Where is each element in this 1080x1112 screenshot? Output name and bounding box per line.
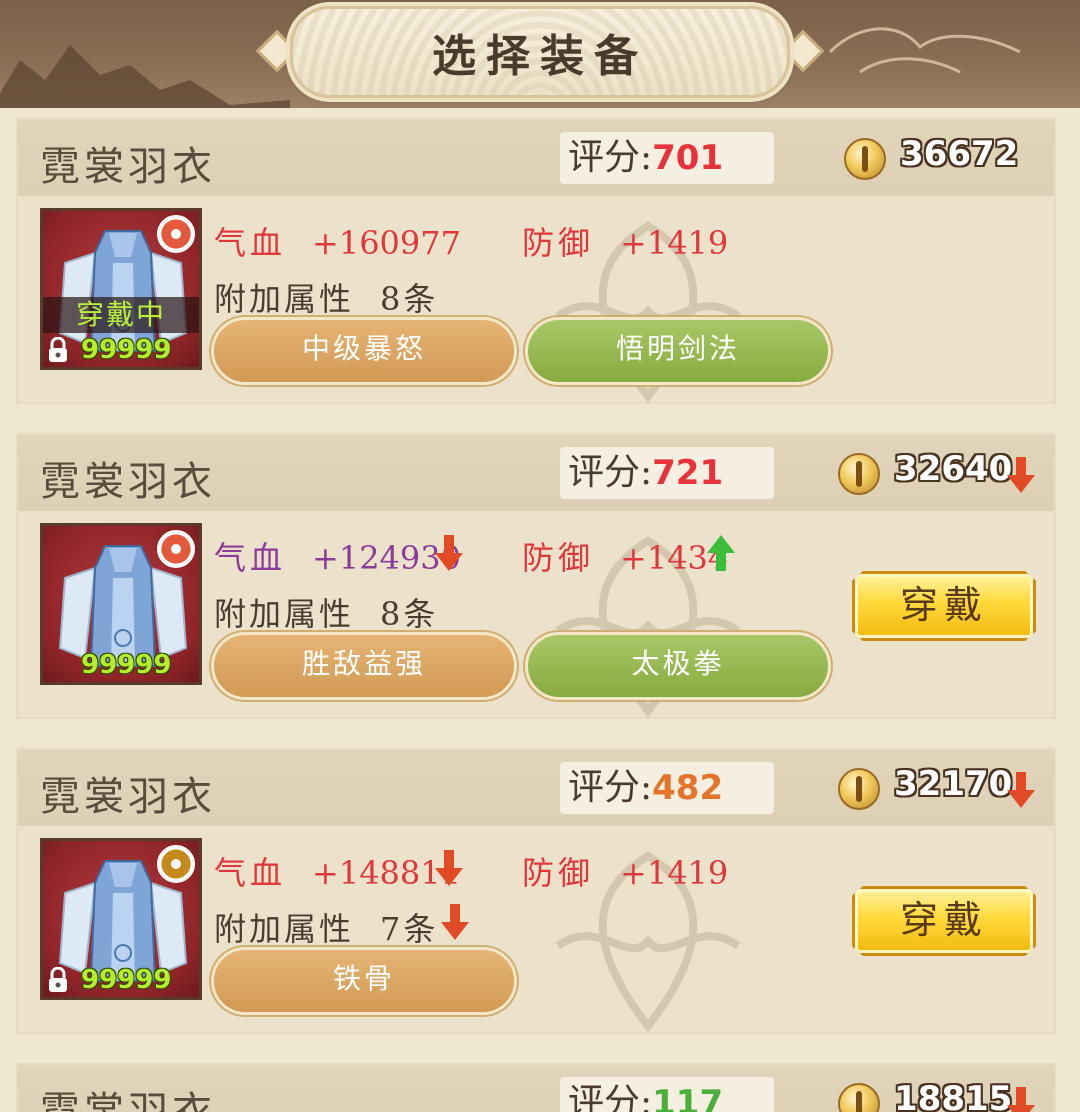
combat-power-value: 32640 xyxy=(894,449,1013,489)
extra-attributes: 附加属性 8条 xyxy=(214,589,438,635)
score-value: 482 xyxy=(652,768,724,808)
hp-stat: 气血 +148811 xyxy=(214,848,461,894)
score-box: 评分:721 xyxy=(560,447,774,499)
durability-value: 99999 xyxy=(81,335,172,365)
combat-power-value: 18815 xyxy=(894,1079,1013,1112)
combat-power-value: 36672 xyxy=(900,134,1019,174)
equipment-card[interactable]: 霓裳羽衣 评分:482 32170 99999 气血 +148811 防御 +1419 附加属性… xyxy=(16,748,1056,1034)
score-label: 评分: xyxy=(568,452,653,493)
defense-label: 防御 xyxy=(522,224,595,262)
item-name: 霓裳羽衣 xyxy=(40,459,216,505)
defense-stat: 防御 +1419 xyxy=(522,218,728,264)
score-value: 721 xyxy=(652,453,724,493)
score-value: 701 xyxy=(652,138,724,178)
cloud-decoration-icon xyxy=(828,27,1021,74)
defense-stat: 防御 +1419 xyxy=(522,848,728,894)
wear-button[interactable]: 穿戴 xyxy=(852,571,1036,641)
durability-value: 99999 xyxy=(81,650,172,680)
hp-stat: 气血 +160977 xyxy=(214,218,461,264)
arrow-down-icon xyxy=(1007,457,1035,493)
score-label: 评分: xyxy=(568,767,653,808)
red-flower-icon xyxy=(157,215,195,253)
score-label: 评分: xyxy=(568,137,653,178)
item-name: 霓裳羽衣 xyxy=(40,774,216,820)
skill-button[interactable]: 中级暴怒 xyxy=(214,320,514,382)
equipment-icon[interactable]: 99999 xyxy=(40,523,202,685)
extra-attributes-label: 附加属性 xyxy=(214,910,355,948)
score-box: 评分:117 xyxy=(560,1077,774,1112)
arrow-down-icon xyxy=(435,535,463,571)
skill-button[interactable]: 悟明剑法 xyxy=(528,320,828,382)
hp-label: 气血 xyxy=(214,539,287,577)
arrow-down-icon xyxy=(1007,772,1035,808)
arrow-down-icon xyxy=(441,904,469,940)
score-label: 评分: xyxy=(568,1082,653,1112)
skill-button[interactable]: 铁骨 xyxy=(214,950,514,1012)
arrow-up-icon xyxy=(707,535,735,571)
equipped-badge: 穿戴中 xyxy=(43,297,199,333)
extra-attributes-label: 附加属性 xyxy=(214,595,355,633)
durability-value: 99999 xyxy=(81,965,172,995)
gold-flower-icon xyxy=(157,845,195,883)
extra-attributes: 附加属性 7条 xyxy=(214,904,438,950)
card-header: 霓裳羽衣 评分:117 18815 xyxy=(18,1065,1054,1112)
score-box: 评分:482 xyxy=(560,762,774,814)
extra-attributes-label: 附加属性 xyxy=(214,280,355,318)
defense-value: +1419 xyxy=(620,854,729,892)
item-name: 霓裳羽衣 xyxy=(40,1089,216,1112)
equipment-icon[interactable]: 99999 xyxy=(40,838,202,1000)
equipment-card[interactable]: 霓裳羽衣 评分:721 32640 99999 气血 +124930 防御 +1434 附加属性… xyxy=(16,433,1056,719)
extra-attributes: 附加属性 8条 xyxy=(214,274,438,320)
combat-power-icon xyxy=(838,453,880,495)
extra-attributes-count: 8条 xyxy=(380,595,439,633)
title-plate: 选择装备 xyxy=(290,6,790,98)
combat-power-value: 32170 xyxy=(894,764,1013,804)
card-body: 穿戴中 99999 气血 +160977 防御 +1419 附加属性 8条 中级暴怒 悟明剑法 xyxy=(18,196,1054,403)
defense-label: 防御 xyxy=(522,539,595,577)
combat-power-icon xyxy=(838,768,880,810)
hp-stat: 气血 +124930 xyxy=(214,533,461,579)
header-bar: 选择装备 xyxy=(0,0,1080,108)
arrow-down-icon xyxy=(1007,1087,1035,1112)
hp-label: 气血 xyxy=(214,854,287,892)
skill-button[interactable]: 胜敌益强 xyxy=(214,635,514,697)
equipment-icon[interactable]: 穿戴中 99999 xyxy=(40,208,202,370)
combat-power-icon xyxy=(844,138,886,180)
card-body: 99999 气血 +148811 防御 +1419 附加属性 7条 铁骨 穿戴 xyxy=(18,826,1054,1033)
combat-power-icon xyxy=(838,1083,880,1112)
equipment-card[interactable]: 霓裳羽衣 评分:117 18815 xyxy=(16,1063,1056,1112)
red-flower-icon xyxy=(157,530,195,568)
card-header: 霓裳羽衣 评分:721 32640 xyxy=(18,435,1054,511)
score-box: 评分:701 xyxy=(560,132,774,184)
card-body: 99999 气血 +124930 防御 +1434 附加属性 8条 胜敌益强 太极拳 穿戴 xyxy=(18,511,1054,718)
mountain-decoration-icon xyxy=(0,45,290,108)
defense-label: 防御 xyxy=(522,854,595,892)
card-header: 霓裳羽衣 评分:701 36672 xyxy=(18,120,1054,196)
lock-icon xyxy=(49,967,67,992)
extra-attributes-count: 7条 xyxy=(380,910,439,948)
card-header: 霓裳羽衣 评分:482 32170 xyxy=(18,750,1054,826)
hp-value: +160977 xyxy=(312,224,461,262)
equipment-card[interactable]: 霓裳羽衣 评分:701 36672 穿戴中 99999 气血 +160977 防御 +1419 附… xyxy=(16,118,1056,404)
item-name: 霓裳羽衣 xyxy=(40,144,216,190)
arrow-down-icon xyxy=(435,850,463,886)
equipment-list[interactable]: 霓裳羽衣 评分:701 36672 穿戴中 99999 气血 +160977 防御 +1419 附… xyxy=(0,108,1080,1112)
score-value: 117 xyxy=(652,1083,724,1112)
page-title: 选择装备 xyxy=(432,31,648,82)
skill-button[interactable]: 太极拳 xyxy=(528,635,828,697)
lock-icon xyxy=(49,337,67,362)
extra-attributes-count: 8条 xyxy=(380,280,439,318)
defense-stat: 防御 +1434 xyxy=(522,533,728,579)
defense-value: +1419 xyxy=(620,224,729,262)
wear-button[interactable]: 穿戴 xyxy=(852,886,1036,956)
hp-label: 气血 xyxy=(214,224,287,262)
